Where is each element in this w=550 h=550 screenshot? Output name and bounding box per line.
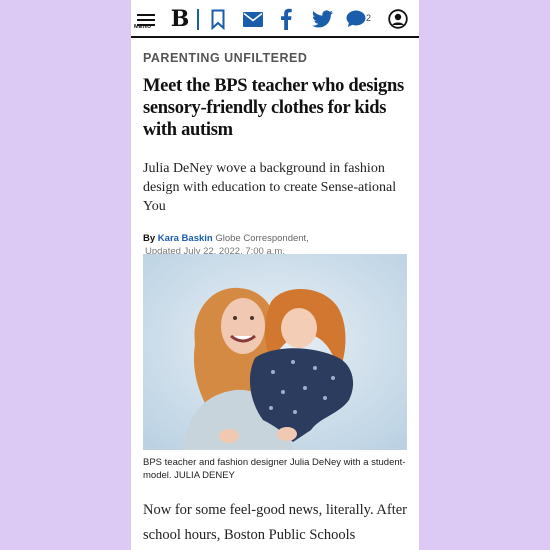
facebook-icon <box>281 8 292 30</box>
twitter-icon <box>311 10 333 28</box>
email-share-button[interactable] <box>242 10 263 28</box>
author-link[interactable]: Kara Baskin <box>158 233 213 244</box>
article-header: PARENTING UNFILTERED Meet the BPS teache… <box>143 38 407 258</box>
photo-caption: BPS teacher and fashion designer Julia D… <box>143 456 407 482</box>
logo-glyph: B <box>170 6 190 32</box>
globe-logo-icon[interactable]: B <box>169 6 191 32</box>
facebook-share-button[interactable] <box>279 7 293 31</box>
article-subheadline: Julia DeNey wove a background in fashion… <box>143 161 397 214</box>
account-button[interactable] <box>387 8 409 30</box>
top-navigation-bar: MENU B 2 <box>131 0 419 38</box>
twitter-share-button[interactable] <box>311 9 333 29</box>
photo-credit: JULIA DENEY <box>174 470 235 481</box>
mail-icon <box>242 11 263 27</box>
bookmark-button[interactable] <box>210 8 226 30</box>
comments-button[interactable] <box>345 9 367 29</box>
comment-count[interactable]: 2 <box>366 13 371 23</box>
article-body: Now for some feel-good news, literally. … <box>143 502 408 543</box>
author-role: Globe Correspondent, <box>215 233 309 244</box>
bookmark-icon <box>211 9 225 30</box>
article-photo[interactable] <box>143 254 407 450</box>
account-icon <box>388 9 408 29</box>
menu-label[interactable]: MENU <box>134 24 151 30</box>
nav-divider <box>197 9 199 30</box>
comment-icon <box>346 10 366 27</box>
byline-prefix: By <box>143 233 156 244</box>
photo-illustration <box>143 254 407 450</box>
section-label[interactable]: PARENTING UNFILTERED <box>143 51 407 65</box>
article-headline: Meet the BPS teacher who designs sensory… <box>143 76 404 140</box>
article-page: MENU B 2 PARENTING UNFILTERED Meet the B… <box>131 0 419 550</box>
